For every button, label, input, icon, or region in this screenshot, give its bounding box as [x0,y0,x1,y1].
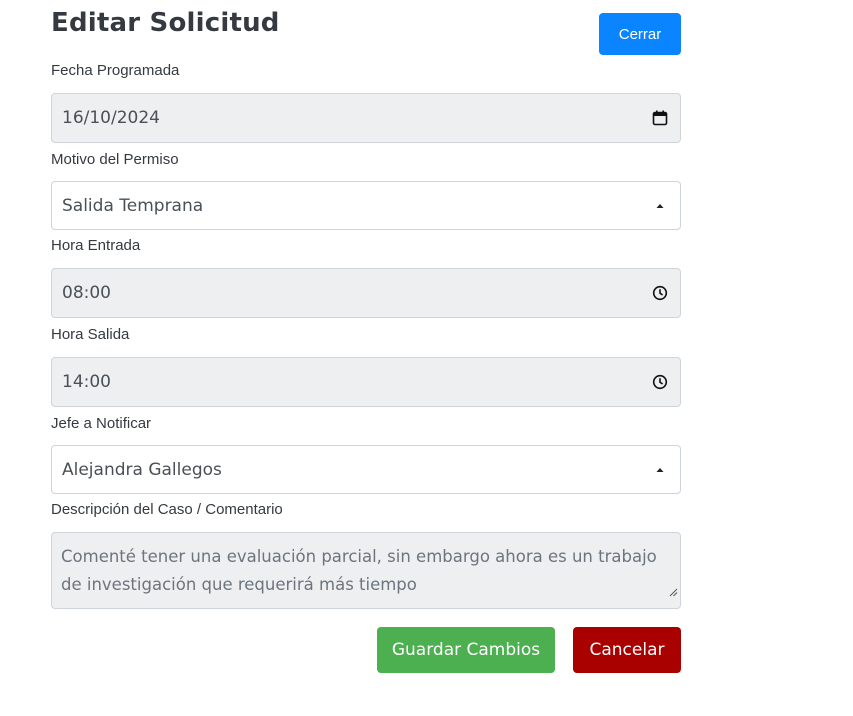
clock-icon[interactable] [650,372,670,392]
hora-entrada-value: 08:00 [62,283,111,303]
fecha-label: Fecha Programada [51,62,180,79]
calendar-icon[interactable] [650,108,670,128]
jefe-label: Jefe a Notificar [51,415,152,432]
caret-up-icon [650,460,670,480]
save-button[interactable]: Guardar Cambios [377,627,555,673]
hora-salida-label: Hora Salida [51,326,130,343]
motivo-label: Motivo del Permiso [51,151,179,168]
page-title: Editar Solicitud [51,8,280,38]
jefe-select[interactable]: Alejandra Gallegos [51,445,681,494]
fecha-value: 16/10/2024 [62,108,160,128]
close-button[interactable]: Cerrar [599,13,681,55]
resize-grip-icon[interactable] [669,578,678,606]
caret-up-icon [650,196,670,216]
clock-icon[interactable] [650,283,670,303]
motivo-value: Salida Temprana [62,195,204,216]
hora-salida-value: 14:00 [62,372,111,392]
jefe-value: Alejandra Gallegos [62,459,222,480]
hora-salida-field[interactable]: 14:00 [51,357,681,407]
cancel-button[interactable]: Cancelar [573,627,681,673]
fecha-field[interactable]: 16/10/2024 [51,93,681,143]
hora-entrada-label: Hora Entrada [51,237,141,254]
descripcion-value: Comenté tener una evaluación parcial, si… [61,547,657,594]
descripcion-textarea[interactable]: Comenté tener una evaluación parcial, si… [51,532,681,609]
descripcion-label: Descripción del Caso / Comentario [51,501,283,518]
motivo-select[interactable]: Salida Temprana [51,181,681,230]
hora-entrada-field[interactable]: 08:00 [51,268,681,318]
